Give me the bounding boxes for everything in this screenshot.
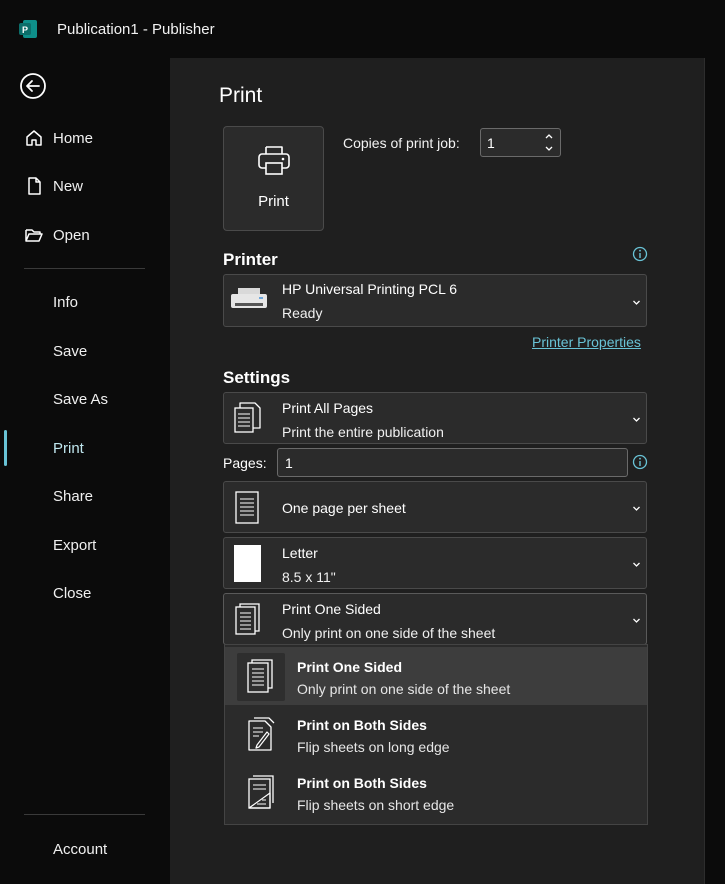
sides-select[interactable]: Print One Sided Only print on one side o… — [223, 593, 647, 645]
single-page-icon — [235, 491, 259, 524]
menu-item-subtitle: Only print on one side of the sheet — [297, 681, 511, 697]
page-title: Print — [219, 84, 263, 107]
pages-label: Pages: — [223, 455, 267, 471]
copies-label: Copies of print job: — [343, 135, 460, 151]
panel-divider — [704, 58, 705, 884]
sides-title: Print One Sided — [282, 601, 381, 617]
sidebar-item-export[interactable]: Export — [0, 527, 170, 563]
backstage-sidebar: Home New Open Info Save Save As Print Sh… — [0, 58, 170, 884]
sidebar-item-label: Open — [53, 226, 90, 244]
printer-status: Ready — [282, 305, 323, 321]
back-arrow-icon[interactable] — [19, 72, 47, 100]
sidebar-item-home[interactable]: Home — [0, 120, 170, 156]
new-document-icon — [28, 177, 41, 195]
print-button-label: Print — [258, 193, 289, 210]
pages-icon — [234, 402, 261, 433]
sidebar-item-save-as[interactable]: Save As — [0, 381, 170, 417]
printer-heading: Printer — [223, 250, 278, 269]
menu-item-both-sides-short-edge[interactable]: Print on Both Sides Flip sheets on short… — [225, 763, 647, 821]
menu-item-title: Print One Sided — [297, 659, 403, 675]
paper-size-subtitle: 8.5 x 11" — [282, 569, 336, 585]
chevron-down-icon — [633, 562, 640, 567]
sidebar-item-save[interactable]: Save — [0, 333, 170, 369]
sidebar-item-label: New — [53, 177, 84, 195]
sidebar-item-label: Share — [53, 487, 94, 505]
pages-field[interactable] — [277, 448, 628, 477]
menu-item-subtitle: Flip sheets on long edge — [297, 739, 450, 755]
menu-item-both-sides-long-edge[interactable]: Print on Both Sides Flip sheets on long … — [225, 705, 647, 763]
print-range-title: Print All Pages — [282, 400, 374, 416]
info-icon[interactable] — [632, 246, 648, 262]
menu-item-title: Print on Both Sides — [297, 717, 427, 733]
sidebar-item-open[interactable]: Open — [0, 217, 170, 253]
sidebar-item-new[interactable]: New — [0, 168, 170, 204]
one-sided-page-icon — [247, 659, 273, 693]
pages-input[interactable] — [285, 454, 605, 472]
printer-icon — [258, 146, 290, 175]
menu-item-subtitle: Flip sheets on short edge — [297, 797, 455, 813]
folder-open-icon — [25, 229, 43, 242]
sidebar-item-label: Info — [53, 293, 79, 311]
printer-select[interactable]: HP Universal Printing PCL 6 Ready — [223, 274, 647, 327]
paper-size-title: Letter — [282, 545, 318, 561]
copies-stepper[interactable] — [480, 128, 561, 157]
sidebar-item-label: Export — [53, 536, 97, 554]
sidebar-item-label: Save As — [53, 390, 109, 408]
sidebar-item-label: Print — [53, 439, 84, 457]
menu-item-title: Print on Both Sides — [297, 775, 427, 791]
sidebar-item-label: Home — [53, 129, 94, 147]
title-bar: P Publication1 - Publisher — [0, 0, 725, 58]
paper-icon — [234, 545, 261, 582]
spin-down-icon[interactable] — [544, 144, 554, 153]
sidebar-item-label: Save — [53, 342, 88, 360]
chevron-down-icon — [633, 618, 640, 623]
info-icon[interactable] — [632, 454, 648, 470]
sidebar-item-info[interactable]: Info — [0, 284, 170, 320]
sidebar-item-share[interactable]: Share — [0, 478, 170, 514]
print-range-select[interactable]: Print All Pages Print the entire publica… — [223, 392, 647, 444]
sidebar-item-label: Close — [53, 584, 92, 602]
print-panel: Print Print Copies of print job: Printer… — [170, 58, 704, 884]
svg-text:P: P — [22, 25, 28, 35]
flip-long-edge-icon — [248, 717, 275, 751]
settings-heading: Settings — [223, 368, 291, 387]
window-title: Publication1 - Publisher — [57, 21, 215, 38]
sidebar-divider — [24, 268, 145, 269]
printer-device-icon — [231, 288, 267, 308]
chevron-down-icon — [633, 506, 640, 511]
sidebar-item-close[interactable]: Close — [0, 575, 170, 611]
layout-select[interactable]: One page per sheet — [223, 481, 647, 533]
print-button[interactable]: Print — [223, 126, 324, 231]
sidebar-item-print[interactable]: Print — [0, 430, 170, 466]
print-range-subtitle: Print the entire publication — [282, 424, 444, 440]
sides-dropdown-menu: Print One Sided Only print on one side o… — [224, 644, 648, 825]
printer-properties-link[interactable]: Printer Properties — [532, 334, 641, 350]
sidebar-divider — [24, 814, 145, 815]
sides-subtitle: Only print on one side of the sheet — [282, 625, 496, 641]
printer-name: HP Universal Printing PCL 6 — [282, 281, 458, 297]
publisher-icon: P — [19, 20, 37, 38]
paper-size-select[interactable]: Letter 8.5 x 11" — [223, 537, 647, 589]
one-sided-page-icon — [235, 603, 260, 635]
chevron-down-icon — [633, 417, 640, 422]
sidebar-item-account[interactable]: Account — [0, 831, 170, 867]
layout-title: One page per sheet — [282, 500, 406, 516]
flip-short-edge-icon — [248, 775, 274, 809]
home-icon — [26, 130, 42, 146]
chevron-down-icon — [633, 300, 640, 305]
sidebar-item-label: Account — [53, 840, 108, 858]
copies-input[interactable] — [487, 134, 537, 152]
spin-up-icon[interactable] — [544, 132, 554, 141]
menu-item-one-sided[interactable]: Print One Sided Only print on one side o… — [225, 647, 647, 705]
